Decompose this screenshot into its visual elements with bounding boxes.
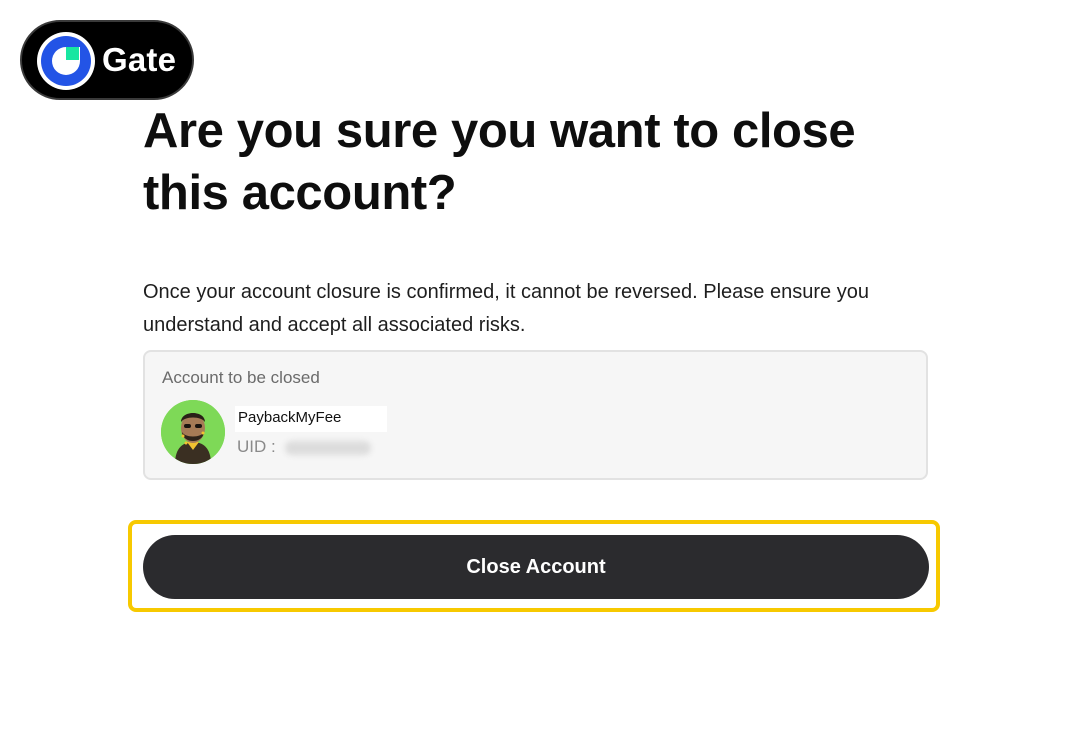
brand-name: Gate bbox=[102, 41, 177, 78]
avatar-portrait-icon bbox=[161, 400, 225, 464]
close-account-button[interactable]: Close Account bbox=[143, 535, 929, 599]
uid-redacted-value bbox=[285, 441, 371, 455]
page-title: Are you sure you want to close this acco… bbox=[143, 104, 856, 220]
account-card-label: Account to be closed bbox=[162, 368, 320, 387]
username-box: PaybackMyFee bbox=[235, 406, 387, 432]
uid-label: UID : bbox=[237, 437, 276, 456]
gate-logo-icon bbox=[37, 32, 95, 90]
account-username: PaybackMyFee bbox=[238, 409, 342, 426]
user-avatar bbox=[161, 400, 225, 464]
account-card: Account to be closed PaybackMyFee UID : bbox=[143, 350, 928, 480]
warning-text: Once your account closure is confirmed, … bbox=[143, 281, 869, 336]
gate-brand-badge: Gate bbox=[20, 20, 194, 100]
